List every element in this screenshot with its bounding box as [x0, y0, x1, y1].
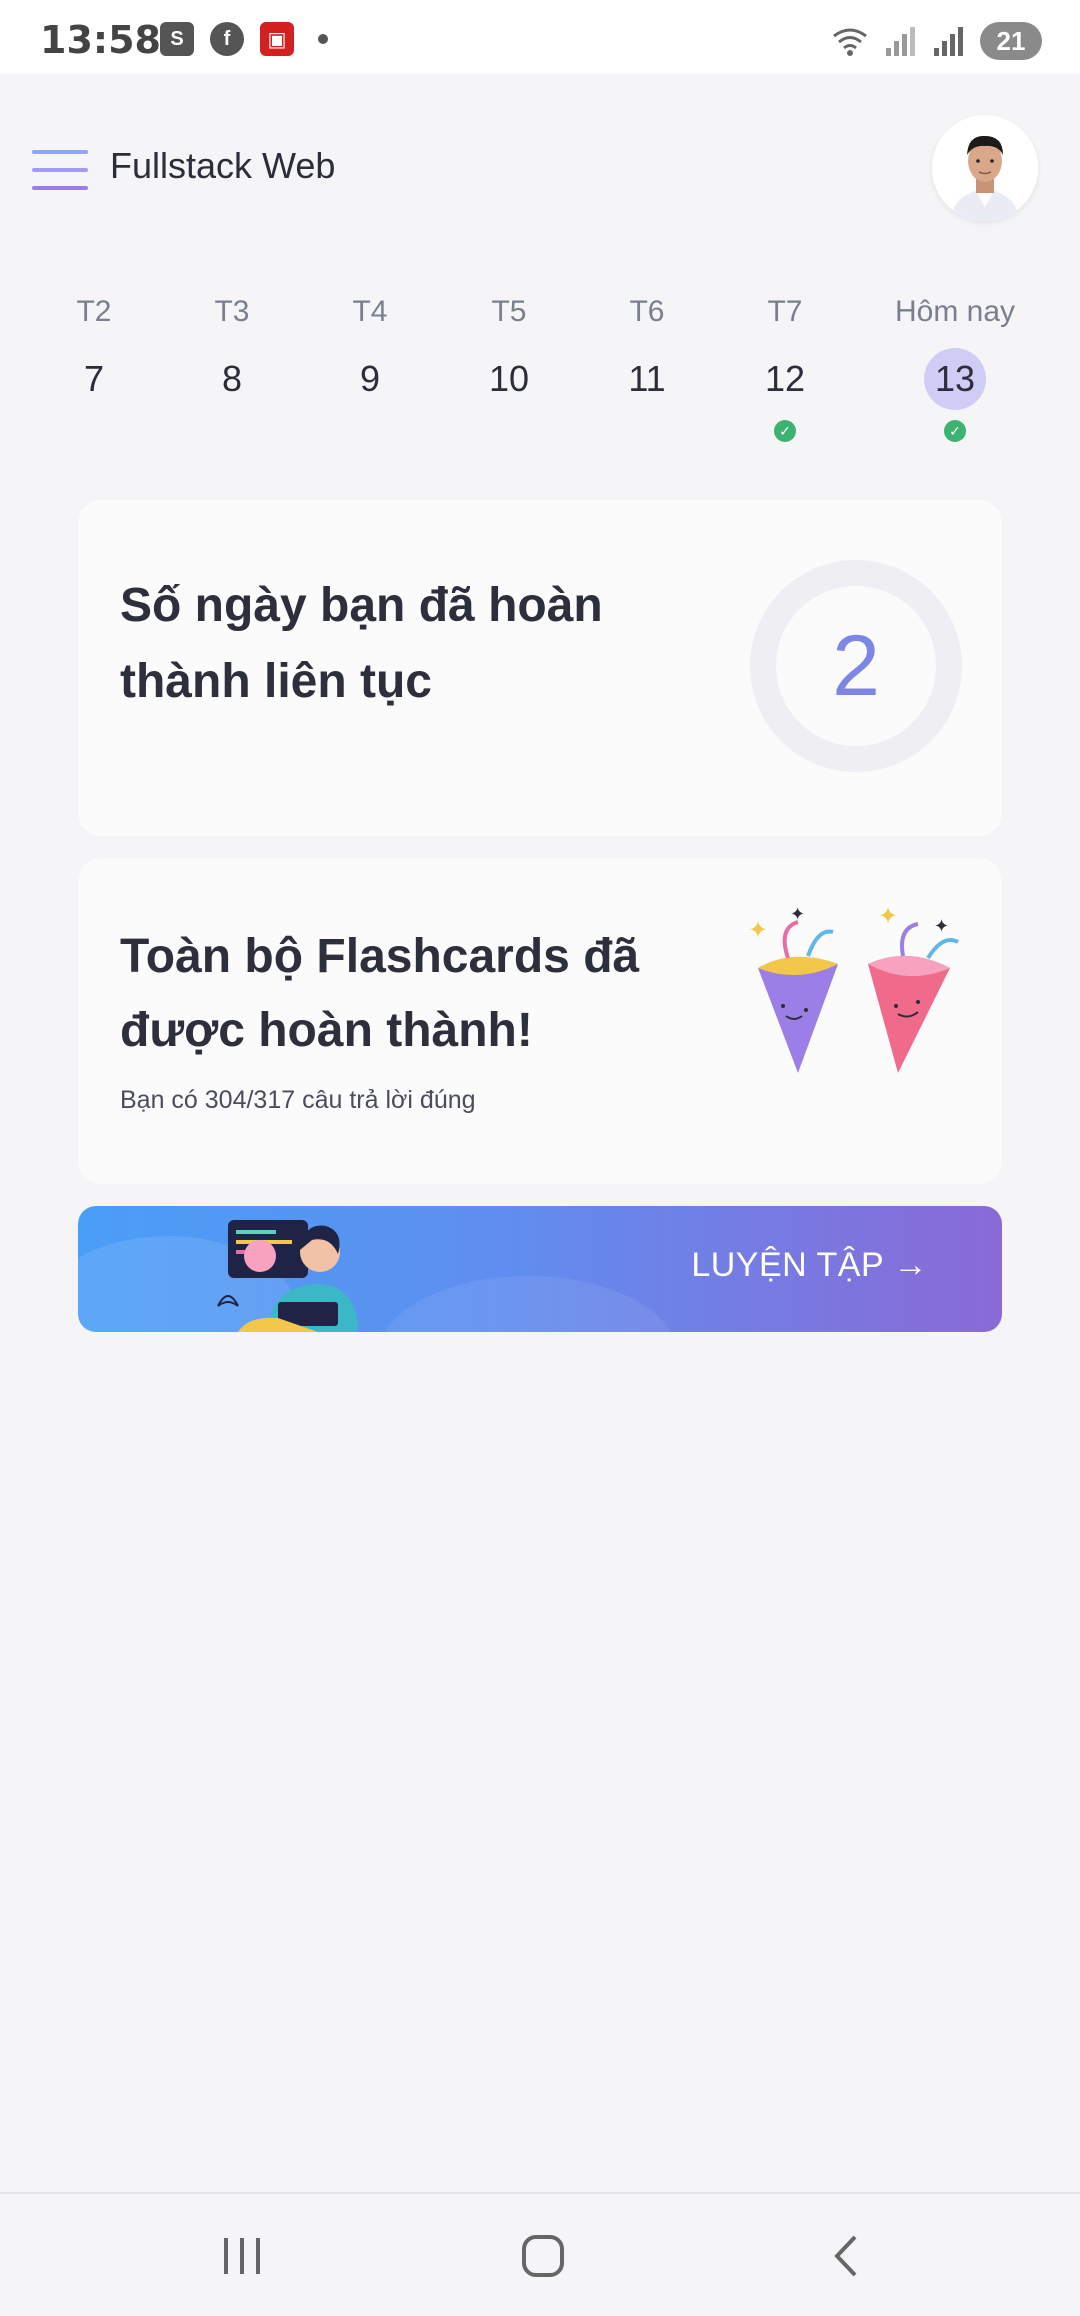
facebook-icon: f	[210, 22, 244, 56]
system-navigation-bar	[0, 2192, 1080, 2316]
app-screen: 13:58 S f ▣ 21 Fullstack Web T2 7 T3 8 T…	[0, 0, 1080, 2316]
battery-icon: 21	[980, 22, 1042, 60]
hamburger-menu-icon[interactable]	[32, 150, 88, 194]
day-label: T6	[629, 295, 665, 328]
day-number: 8	[221, 358, 243, 399]
shopee-icon: S	[160, 22, 194, 56]
day-label: T3	[214, 295, 250, 328]
completion-card: Toàn bộ Flashcards đã được hoàn thành! B…	[78, 858, 1002, 1184]
more-notifications-dot	[318, 34, 328, 44]
svg-text:✦: ✦	[748, 917, 768, 944]
day-number: 10	[488, 358, 530, 399]
signal-icon	[886, 27, 915, 56]
day-label: Hôm nay	[894, 295, 1016, 328]
svg-text:✦: ✦	[790, 904, 805, 924]
day-label: T2	[76, 295, 112, 328]
streak-ring: 2	[750, 560, 962, 772]
wifi-icon	[833, 28, 867, 56]
avatar[interactable]	[932, 115, 1038, 221]
page-title: Fullstack Web	[110, 145, 336, 186]
signal-icon	[934, 27, 963, 56]
day-item[interactable]: T4 9	[300, 290, 440, 410]
practice-button[interactable]: LUYỆN TẬP →	[78, 1206, 1002, 1332]
day-number: 9	[359, 358, 381, 399]
day-item[interactable]: T3 8	[162, 290, 302, 410]
day-number: 7	[83, 358, 105, 399]
back-icon[interactable]	[806, 2224, 886, 2288]
svg-text:✦: ✦	[878, 903, 898, 930]
user-avatar-image	[932, 115, 1038, 221]
day-number: 11	[628, 358, 666, 399]
day-item[interactable]: T6 11	[577, 290, 717, 410]
day-item[interactable]: T2 7	[24, 290, 164, 410]
day-label: T4	[352, 295, 388, 328]
day-label: T7	[767, 295, 803, 328]
completed-check-icon: ✓	[944, 420, 966, 442]
app-notification-icon: ▣	[260, 22, 294, 56]
completed-check-icon: ✓	[774, 420, 796, 442]
day-number: 12	[764, 358, 806, 399]
svg-text:✦: ✦	[934, 916, 949, 936]
streak-count: 2	[832, 617, 880, 714]
practice-button-label: LUYỆN TẬP →	[691, 1246, 928, 1284]
day-item[interactable]: T5 10	[439, 290, 579, 410]
student-illustration	[217, 1220, 358, 1332]
streak-card: Số ngày bạn đã hoàn thành liên tục 2	[78, 500, 1002, 836]
day-item[interactable]: T7 12 ✓	[715, 290, 855, 442]
week-calendar: T2 7 T3 8 T4 9 T5 10 T6 11 T7 12 ✓ Hôm n…	[0, 290, 1080, 460]
cta-decoration	[378, 1276, 678, 1332]
completion-title: Toàn bộ Flashcards đã được hoàn thành!	[120, 930, 640, 1057]
home-icon[interactable]	[503, 2224, 583, 2288]
party-popper-icon: ✦ ✦ ✦ ✦	[748, 903, 959, 1073]
status-notification-icons: S f ▣	[160, 22, 328, 56]
status-system-icons: 21	[830, 22, 1042, 60]
day-label: T5	[491, 295, 527, 328]
completion-score: Bạn có 304/317 câu trả lời đúng	[120, 1086, 476, 1114]
day-item-today[interactable]: Hôm nay 13 ✓	[885, 290, 1025, 442]
status-time: 13:58	[40, 18, 161, 62]
streak-title: Số ngày bạn đã hoàn thành liên tục	[120, 579, 603, 708]
status-bar: 13:58 S f ▣ 21	[0, 0, 1080, 74]
day-number-today: 13	[924, 348, 986, 410]
recent-apps-icon[interactable]	[202, 2224, 282, 2288]
